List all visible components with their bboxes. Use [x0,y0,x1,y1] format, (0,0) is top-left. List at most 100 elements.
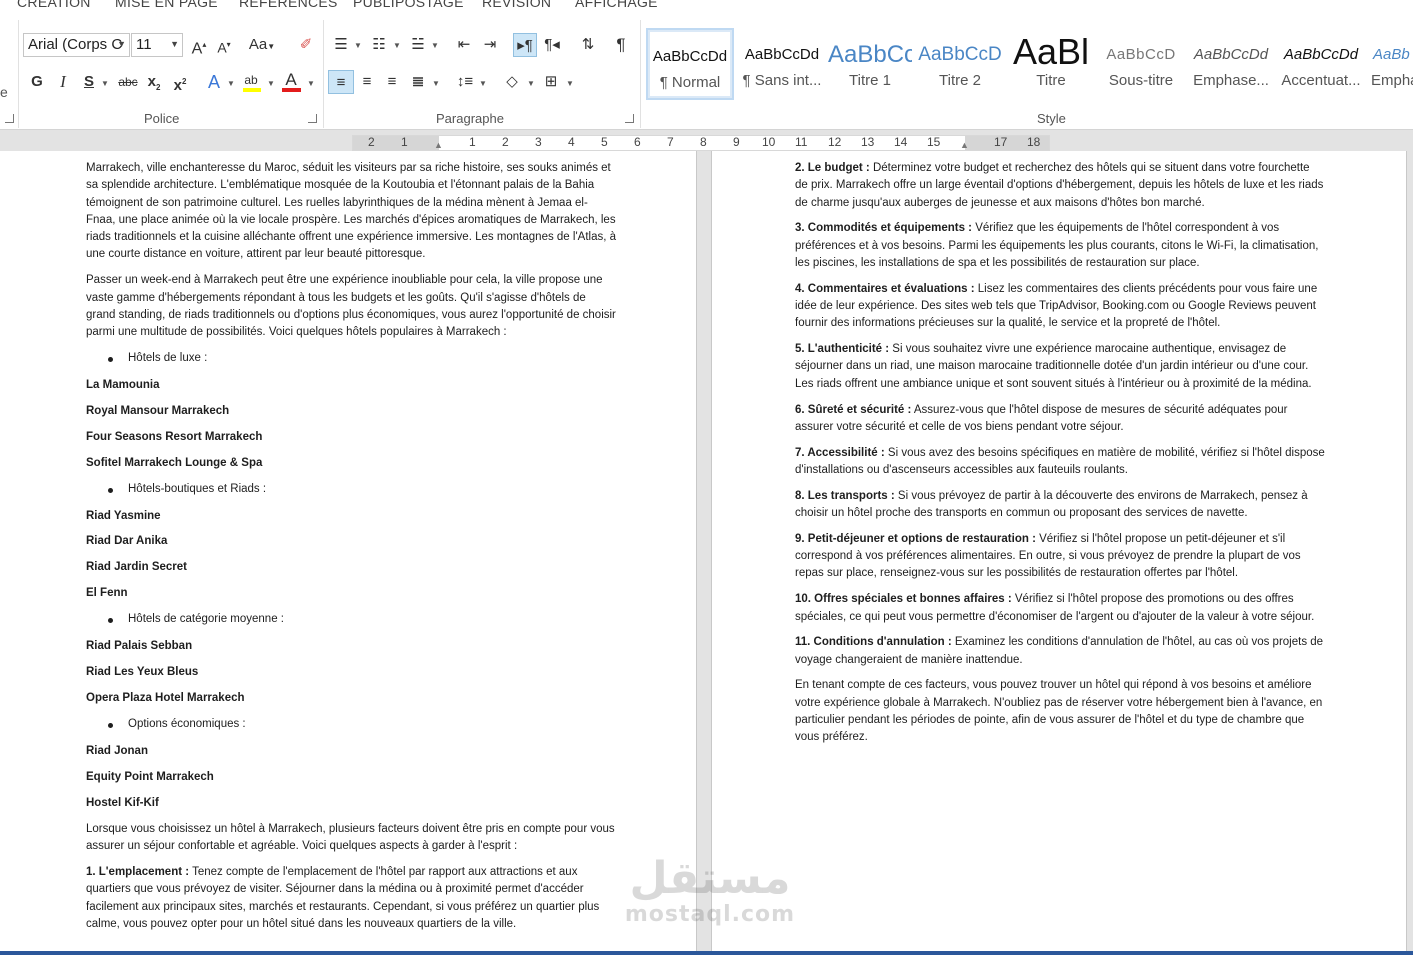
style-sous-titre[interactable]: AaBbCcD Sous-titre [1097,28,1185,100]
increase-indent-icon[interactable]: ⇥ [479,33,501,57]
factor-paragraph[interactable]: 1. L'emplacement : Tenez compte de l'emp… [86,864,616,933]
list-item-text: Hôtels-boutiques et Riads : [128,482,267,495]
paragraph[interactable]: Marrakech, ville enchanteresse du Maroc,… [86,160,616,264]
subscript-icon[interactable]: x2 [143,70,165,94]
style-emphase[interactable]: AaBbCcDd Emphase... [1187,28,1275,100]
hotel-name[interactable]: Riad Jonan [86,743,616,760]
style-titre-1[interactable]: AaBbCc Titre 1 [828,28,912,100]
align-right-icon[interactable]: ≡ [381,70,403,94]
clear-formatting-icon[interactable]: ✐ [295,33,317,57]
paragraph[interactable]: Passer un week-end à Marrakech peut être… [86,272,616,341]
list-item[interactable]: Hôtels-boutiques et Riads : [86,481,616,498]
style-sample: AaBbCc [828,41,912,68]
hotel-name[interactable]: Riad Les Yeux Bleus [86,664,616,681]
ltr-direction-icon[interactable]: ▸¶ [513,33,537,57]
hotel-name[interactable]: El Fenn [86,585,616,602]
align-center-icon[interactable]: ≡ [356,70,378,94]
indent-marker-icon[interactable]: ▲ [434,140,443,150]
underline-icon[interactable]: S [78,70,100,94]
hotel-name[interactable]: Equity Point Marrakech [86,769,616,786]
right-indent-marker-icon[interactable]: ▲ [960,140,969,150]
style-accentuation[interactable]: AaBbCcDd Accentuat... [1277,28,1365,100]
sort-icon[interactable]: ⇅ [577,33,599,57]
font-size-combo[interactable]: 11 ▼ [131,33,183,57]
style-normal[interactable]: AaBbCcDd ¶ Normal [646,28,734,100]
shading-icon[interactable]: ◇ [501,70,523,94]
factor-paragraph[interactable]: 7. Accessibilité : Si vous avez des beso… [795,445,1325,480]
chevron-down-icon[interactable]: ▼ [354,41,362,50]
list-item[interactable]: Hôtels de luxe : [86,350,616,367]
hotel-name[interactable]: Riad Palais Sebban [86,638,616,655]
factor-paragraph[interactable]: 11. Conditions d'annulation : Examinez l… [795,634,1325,669]
horizontal-ruler[interactable]: 2 1 1 2 3 4 5 6 7 8 9 10 11 12 13 14 15 … [352,135,1050,151]
hotel-name[interactable]: Royal Mansour Marrakech [86,403,616,420]
factor-paragraph[interactable]: 6. Sûreté et sécurité : Assurez-vous que… [795,402,1325,437]
hotel-name[interactable]: Riad Dar Anika [86,533,616,550]
highlight-icon[interactable]: ab [240,68,262,92]
chevron-down-icon[interactable]: ▼ [566,79,574,88]
hotel-name[interactable]: Riad Jardin Secret [86,559,616,576]
font-color-icon[interactable]: A [280,68,302,92]
style-name: ¶ Sans int... [742,72,822,89]
factor-paragraph[interactable]: 9. Petit-déjeuner et options de restaura… [795,531,1325,583]
superscript-icon[interactable]: x2 [169,70,191,94]
hotel-name[interactable]: Sofitel Marrakech Lounge & Spa [86,455,616,472]
factor-paragraph[interactable]: 4. Commentaires et évaluations : Lisez l… [795,281,1325,333]
hotel-name[interactable]: Riad Yasmine [86,508,616,525]
chevron-down-icon[interactable]: ▼ [527,79,535,88]
chevron-down-icon[interactable]: ▼ [431,41,439,50]
hotel-name[interactable]: Hostel Kif-Kif [86,795,616,812]
tab-publipostage[interactable]: PUBLIPOSTAGE [353,0,464,10]
style-sans-interligne[interactable]: AaBbCcDd ¶ Sans int... [738,28,826,100]
rtl-direction-icon[interactable]: ¶◂ [540,33,564,57]
chevron-down-icon[interactable]: ▼ [307,79,315,88]
align-left-icon[interactable]: ≡ [328,70,354,94]
hotel-name[interactable]: Opera Plaza Hotel Marrakech [86,690,616,707]
show-marks-icon[interactable]: ¶ [610,33,632,57]
change-case-icon[interactable]: Aa▼ [247,33,277,57]
tab-creation[interactable]: CRÉATION [17,0,91,10]
tab-affichage[interactable]: AFFICHAGE [575,0,658,10]
style-titre[interactable]: AaBl Titre [1008,28,1094,100]
font-name-combo[interactable]: Arial (Corps C ▼ [23,33,130,57]
decrease-indent-icon[interactable]: ⇤ [453,33,475,57]
line-spacing-icon[interactable]: ↕≡ [454,70,476,94]
police-launcher-icon[interactable] [308,114,317,123]
justify-icon[interactable]: ≣ [407,70,429,94]
hotel-name[interactable]: Four Seasons Resort Marrakech [86,429,616,446]
factor-paragraph[interactable]: 5. L'authenticité : Si vous souhaitez vi… [795,341,1325,393]
italic-icon[interactable]: I [52,70,74,94]
chevron-down-icon[interactable]: ▼ [393,41,401,50]
tab-mise-en-page[interactable]: MISE EN PAGE [115,0,218,10]
chevron-down-icon[interactable]: ▼ [267,79,275,88]
paragraphe-launcher-icon[interactable] [625,114,634,123]
multilevel-list-icon[interactable]: ☱ [407,33,429,57]
list-item[interactable]: Options économiques : [86,716,616,733]
factor-paragraph[interactable]: 3. Commodités et équipements : Vérifiez … [795,220,1325,272]
hotel-name[interactable]: La Mamounia [86,377,616,394]
tab-references[interactable]: RÉFÉRENCES [239,0,338,10]
page-gutter [696,151,712,955]
shrink-font-icon[interactable]: A▾ [213,33,235,57]
chevron-down-icon[interactable]: ▼ [479,79,487,88]
chevron-down-icon[interactable]: ▼ [227,79,235,88]
style-titre-2[interactable]: AaBbCcD Titre 2 [918,28,1002,100]
tab-revision[interactable]: RÉVISION [482,0,551,10]
chevron-down-icon[interactable]: ▼ [101,79,109,88]
grow-font-icon[interactable]: A▴ [188,33,210,57]
factor-paragraph[interactable]: 2. Le budget : Déterminez votre budget e… [795,160,1325,212]
clipboard-launcher-icon[interactable] [5,114,14,123]
paragraph[interactable]: Lorsque vous choisissez un hôtel à Marra… [86,821,616,856]
numbering-icon[interactable]: ☷ [368,33,390,57]
factor-paragraph[interactable]: 8. Les transports : Si vous prévoyez de … [795,488,1325,523]
bold-icon[interactable]: G [26,70,48,94]
chevron-down-icon[interactable]: ▼ [432,79,440,88]
style-emphase-intense[interactable]: AaBb Empha [1367,28,1413,100]
bullets-icon[interactable]: ☰ [330,33,352,57]
list-item[interactable]: Hôtels de catégorie moyenne : [86,611,616,628]
paragraph[interactable]: En tenant compte de ces facteurs, vous p… [795,677,1325,746]
borders-icon[interactable]: ⊞ [540,70,562,94]
factor-paragraph[interactable]: 10. Offres spéciales et bonnes affaires … [795,591,1325,626]
strikethrough-icon[interactable]: abc [115,70,141,94]
text-effects-icon[interactable]: A [203,70,225,94]
